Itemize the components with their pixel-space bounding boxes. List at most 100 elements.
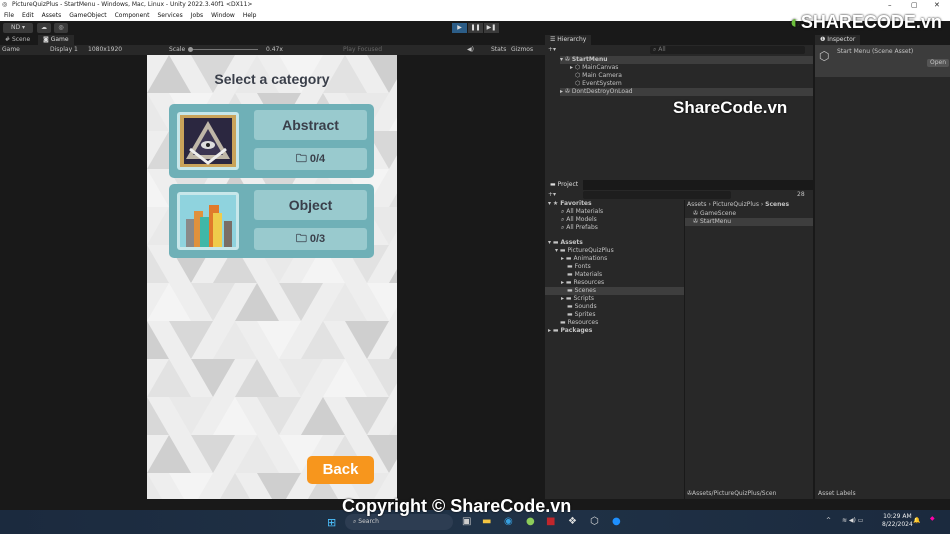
background-triangle [147, 321, 169, 359]
app-icon[interactable]: ■ [546, 516, 555, 527]
maximize-button[interactable]: ▢ [911, 0, 918, 10]
folder-sounds[interactable]: ▬ Sounds [567, 303, 597, 311]
packages-header[interactable]: ▸ ▬ Packages [548, 327, 592, 335]
background-triangle [147, 435, 191, 473]
breadcrumb-scenes[interactable]: Scenes [765, 201, 789, 208]
breadcrumb-assets[interactable]: Assets [687, 201, 707, 208]
game-mode-dropdown[interactable]: Game [2, 45, 20, 55]
fav-all-materials[interactable]: ⌕ All Materials [561, 208, 603, 216]
wifi-volume-battery-icons[interactable]: ≋ ◀) ▭ [842, 517, 863, 524]
folder-materials[interactable]: ▬ Materials [567, 271, 602, 279]
item-label: Scripts [573, 295, 595, 302]
account-dropdown[interactable]: ND ▾ [3, 23, 33, 33]
project-search[interactable] [583, 191, 731, 199]
menu-window[interactable]: Window [211, 12, 235, 19]
gizmos-dropdown[interactable]: Gizmos [511, 45, 533, 55]
tab-game[interactable]: ◙ Game [38, 35, 74, 45]
menu-help[interactable]: Help [243, 12, 257, 19]
fav-all-prefabs[interactable]: ⌕ All Prefabs [561, 224, 598, 232]
tab-project[interactable]: ▬ Project [545, 180, 584, 190]
hierarchy-item-eventsystem[interactable]: ⬡ EventSystem [575, 80, 622, 88]
folder-scripts[interactable]: ▸ ▬ Scripts [561, 295, 594, 303]
hierarchy-item-dontdestroyonload[interactable]: ▸ ✇ DontDestroyOnLoad [560, 88, 813, 96]
background-triangle [235, 435, 279, 473]
file-startmenu[interactable]: ✇ StartMenu [685, 218, 813, 226]
resolution-dropdown[interactable]: 1080x1920 [88, 45, 122, 55]
folder-fonts[interactable]: ▬ Fonts [567, 263, 591, 271]
sharecode-logo: ◐SHARECODE.vn [790, 12, 942, 32]
background-triangle [389, 397, 397, 435]
edge-icon[interactable]: ◉ [504, 516, 513, 527]
task-view-icon[interactable]: ▣ [462, 516, 471, 527]
add-button[interactable]: +▾ [548, 46, 556, 54]
menu-file[interactable]: File [4, 12, 14, 19]
hierarchy-item-main-camera[interactable]: ⬡ Main Camera [575, 72, 622, 80]
menu-jobs[interactable]: Jobs [191, 12, 203, 19]
play-focused-dropdown[interactable]: Play Focused [343, 45, 382, 55]
breadcrumb-picturequizplus[interactable]: PictureQuizPlus [713, 201, 759, 208]
scale-slider[interactable] [188, 49, 258, 50]
folder-picturequizplus[interactable]: ▾ ▬ PictureQuizPlus [555, 247, 614, 255]
fav-all-models[interactable]: ⌕ All Models [561, 216, 597, 224]
tray-chevron-icon[interactable]: ^ [826, 517, 831, 524]
menu-edit[interactable]: Edit [22, 12, 34, 19]
item-label: Scenes [574, 287, 596, 294]
progress-text: 0/4 [309, 153, 326, 165]
hidden-count[interactable]: 28 [797, 191, 805, 199]
favorites-label: Favorites [560, 200, 592, 207]
app-icon[interactable]: ● [526, 516, 535, 527]
notification-icon[interactable]: 🔔 [913, 517, 920, 524]
copilot-icon[interactable]: ◆ [930, 515, 935, 522]
menu-services[interactable]: Services [157, 12, 182, 19]
menu-gameobject[interactable]: GameObject [69, 12, 106, 19]
background-triangle [147, 473, 169, 499]
cloud-icon[interactable]: ☁ [37, 23, 51, 33]
scale-slider-handle[interactable] [188, 47, 193, 52]
folder-sprites[interactable]: ▬ Sprites [567, 311, 596, 319]
item-label: EventSystem [582, 80, 622, 87]
tab-scene-label: Scene [11, 36, 31, 43]
tab-scene[interactable]: # Scene [0, 35, 35, 45]
folder-icon: ▬ [550, 181, 558, 188]
mute-icon[interactable]: ◀) [467, 45, 474, 55]
category-card-object[interactable]: Object 🗀 0/3 [169, 184, 374, 258]
unity-taskbar-icon[interactable]: ⬡ [590, 516, 599, 527]
item-label: Resources [567, 319, 599, 326]
folder-animations[interactable]: ▸ ▬ Animations [561, 255, 607, 263]
tab-hierarchy[interactable]: ☰ Hierarchy [545, 35, 592, 45]
file-explorer-icon[interactable]: ▬ [482, 516, 491, 527]
menu-component[interactable]: Component [115, 12, 150, 19]
windows-start-icon[interactable]: ⊞ [327, 516, 336, 529]
hierarchy-search[interactable]: ⌕ All [650, 46, 805, 54]
create-button[interactable]: +▾ [548, 191, 556, 199]
hierarchy-item-maincanvas[interactable]: ▸ ⬡ MainCanvas [570, 64, 618, 72]
step-button[interactable]: ▶❚ [484, 23, 499, 33]
stats-button[interactable]: Stats [491, 45, 506, 55]
item-label: Main Camera [582, 72, 622, 79]
folder-scenes[interactable]: ▬ Scenes [545, 287, 684, 295]
tab-inspector[interactable]: ❶ Inspector [815, 35, 861, 45]
back-button[interactable]: Back [307, 456, 374, 484]
minimize-button[interactable]: – [888, 0, 892, 10]
menu-assets[interactable]: Assets [42, 12, 62, 19]
collab-icon[interactable]: ◎ [54, 23, 68, 33]
folder-resources-root[interactable]: ▬ Resources [560, 319, 598, 327]
file-gamescene[interactable]: ✇ GameScene [693, 210, 736, 218]
asset-path: ✇Assets/PictureQuizPlus/Scen [687, 490, 777, 497]
close-button[interactable]: ✕ [934, 0, 940, 10]
app-icon[interactable]: ❖ [568, 516, 577, 527]
item-label: All Models [566, 216, 597, 223]
assets-header[interactable]: ▾ ▬ Assets [548, 239, 583, 247]
zalo-icon[interactable]: ● [612, 516, 621, 527]
clock[interactable]: 10:29 AM 8/22/2024 [882, 513, 913, 529]
pause-button[interactable]: ❚❚ [468, 23, 483, 33]
game-canvas: Select a category Abstract 🗀 0/4 Object … [147, 55, 397, 499]
play-button[interactable]: ▶ [452, 23, 467, 33]
favorites-header[interactable]: ▾ ★ Favorites [548, 200, 592, 208]
category-card-abstract[interactable]: Abstract 🗀 0/4 [169, 104, 374, 178]
folder-resources[interactable]: ▸ ▬ Resources [561, 279, 604, 287]
hierarchy-item-startmenu[interactable]: ▾ ✇ StartMenu [560, 56, 813, 64]
open-button[interactable]: Open [927, 59, 950, 67]
display-dropdown[interactable]: Display 1 [50, 45, 78, 55]
breadcrumb: Assets › PictureQuizPlus › Scenes [687, 201, 790, 208]
